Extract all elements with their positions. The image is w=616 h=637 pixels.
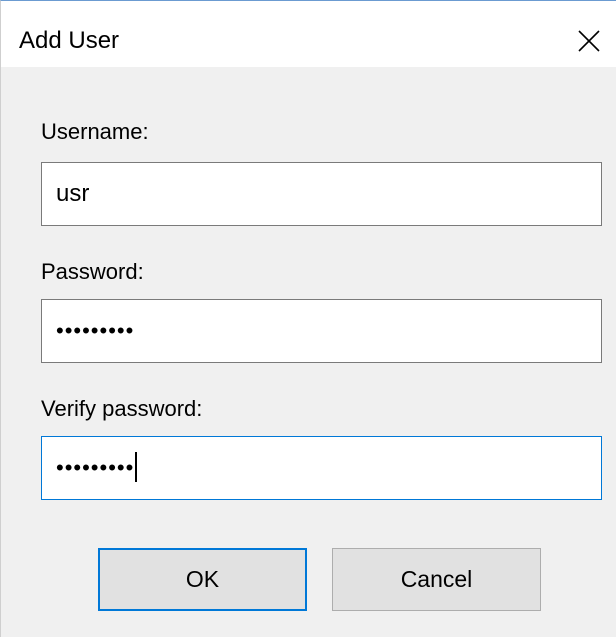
text-caret [135, 452, 138, 483]
cancel-button[interactable]: Cancel [332, 548, 541, 611]
close-icon [578, 30, 600, 52]
cancel-button-label: Cancel [400, 566, 473, 592]
verify-password-field[interactable]: ••••••••• [41, 436, 602, 500]
ok-button[interactable]: OK [98, 548, 307, 611]
password-value: ••••••••• [56, 318, 135, 343]
ok-button-label: OK [185, 566, 220, 592]
verify-password-value: ••••••••• [56, 455, 135, 480]
close-button[interactable] [569, 23, 609, 59]
username-field[interactable]: usr [41, 162, 602, 226]
verify-password-label: Verify password: [41, 396, 203, 421]
dialog-title: Add User [19, 27, 120, 54]
username-value: usr [56, 180, 90, 207]
title-bar[interactable]: Add User [1, 1, 616, 67]
add-user-dialog: Add User Username: usr Password: •••••••… [0, 0, 616, 637]
password-field[interactable]: ••••••••• [41, 299, 602, 363]
username-label: Username: [41, 119, 149, 144]
password-label: Password: [41, 259, 144, 284]
